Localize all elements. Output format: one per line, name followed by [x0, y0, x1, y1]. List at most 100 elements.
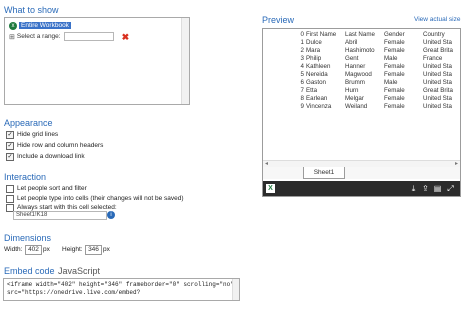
cell-gender: Male	[384, 55, 398, 62]
cell-first-name: Earlean	[306, 95, 328, 102]
cell-first-name: Etta	[306, 87, 318, 94]
start-cell-input[interactable]: Sheet1!K18	[13, 211, 107, 220]
fullscreen-icon[interactable]: ⤢	[446, 184, 455, 193]
appearance-heading: Appearance	[4, 118, 53, 128]
download-icon[interactable]: ⤓	[409, 184, 418, 193]
list-scrollbar[interactable]	[181, 18, 189, 104]
interaction-heading: Interaction	[4, 172, 47, 182]
share-icon[interactable]: ⇪	[421, 184, 430, 193]
dimensions-heading: Dimensions	[4, 233, 52, 243]
cell-last-name: Gent	[345, 55, 359, 62]
height-label: Height:	[62, 246, 83, 253]
type-cells-option[interactable]: Let people type into cells (their change…	[6, 194, 184, 203]
row-number: 5	[300, 71, 304, 78]
cell-last-name: Melgar	[345, 95, 364, 102]
cell-last-name: Magwood	[345, 71, 372, 78]
excel-logo-icon: X	[266, 184, 275, 193]
type-cells-label: Let people type into cells (their change…	[17, 194, 184, 202]
sort-filter-label: Let people sort and filter	[17, 184, 87, 192]
clear-range-icon[interactable]: ✖	[122, 32, 130, 41]
info-icon[interactable]: i	[107, 211, 115, 219]
cell-first-name: Vincenza	[306, 103, 332, 110]
height-input[interactable]: 346	[85, 245, 102, 255]
embed-code-text: <iframe width="402" height="346" framebo…	[7, 281, 234, 296]
cell-gender: Female	[384, 95, 405, 102]
entire-workbook-label: Entire Workbook	[19, 22, 71, 29]
download-link-label: Include a download link	[17, 152, 85, 160]
cell-gender: Female	[384, 71, 405, 78]
sort-filter-checkbox[interactable]	[6, 184, 14, 193]
print-icon[interactable]: ▤	[433, 184, 442, 193]
range-icon: ⊞	[9, 33, 15, 41]
view-actual-size-link[interactable]: View actual size	[414, 16, 461, 23]
cell-country: Great Brita	[423, 47, 453, 54]
select-range-option[interactable]: ⊞ Select a range: ✖	[9, 32, 129, 41]
what-to-show-heading: What to show	[4, 5, 59, 15]
cell-last-name: Hanner	[345, 63, 366, 70]
column-header-first-name: First Name	[306, 31, 337, 38]
cell-country: United Sta	[423, 79, 452, 86]
column-header-gender: Gender	[384, 31, 405, 38]
preview-grid: 0 First Name Last Name Gender Country 1D…	[263, 29, 460, 160]
select-range-label: Select a range:	[16, 33, 61, 40]
entire-workbook-option[interactable]: x Entire Workbook	[9, 21, 71, 30]
cell-last-name: Hurn	[345, 87, 359, 94]
cell-gender: Female	[384, 47, 405, 54]
download-link-option[interactable]: ✓ Include a download link	[6, 152, 85, 161]
cell-first-name: Kathleen	[306, 63, 331, 70]
embed-code-textarea[interactable]: <iframe width="402" height="346" framebo…	[3, 278, 240, 301]
cell-first-name: Gaston	[306, 79, 326, 86]
cell-country: Great Brita	[423, 87, 453, 94]
cell-first-name: Philip	[306, 55, 322, 62]
row-number: 4	[300, 63, 304, 70]
what-to-show-list[interactable]: x Entire Workbook ⊞ Select a range: ✖	[4, 17, 190, 105]
height-unit: px	[103, 246, 110, 253]
hide-headers-label: Hide row and column headers	[17, 141, 104, 149]
excel-icon: x	[9, 21, 17, 30]
row-number: 9	[300, 103, 304, 110]
row-number: 7	[300, 87, 304, 94]
preview-horizontal-scrollbar[interactable]: ◂ ▸	[263, 160, 460, 167]
cell-last-name: Weiland	[345, 103, 368, 110]
column-header-country: Country	[423, 31, 445, 38]
hide-grid-lines-option[interactable]: ✓ Hide grid lines	[6, 130, 58, 139]
download-link-checkbox[interactable]: ✓	[6, 152, 14, 161]
embed-code-heading: Embed code	[4, 266, 55, 276]
column-header-last-name: Last Name	[345, 31, 375, 38]
hide-grid-lines-checkbox[interactable]: ✓	[6, 130, 14, 139]
hide-headers-option[interactable]: ✓ Hide row and column headers	[6, 141, 103, 150]
cell-last-name: Hashimoto	[345, 47, 375, 54]
row-number: 8	[300, 95, 304, 102]
cell-last-name: Abril	[345, 39, 358, 46]
sort-filter-option[interactable]: Let people sort and filter	[6, 184, 87, 193]
row-number: 1	[300, 39, 304, 46]
cell-first-name: Mara	[306, 47, 321, 54]
cell-gender: Female	[384, 63, 405, 70]
width-unit: px	[43, 246, 50, 253]
preview-frame[interactable]: 0 First Name Last Name Gender Country 1D…	[262, 28, 461, 197]
cell-country: United Sta	[423, 103, 452, 110]
cell-first-name: Nereida	[306, 71, 328, 78]
type-cells-checkbox[interactable]	[6, 194, 14, 203]
preview-heading: Preview	[262, 15, 295, 25]
cell-country: United Sta	[423, 63, 452, 70]
hide-grid-lines-label: Hide grid lines	[17, 130, 59, 138]
range-input[interactable]	[63, 32, 114, 41]
sheet-tab-bar: Sheet1	[263, 167, 460, 179]
cell-first-name: Dulce	[306, 39, 322, 46]
cell-gender: Female	[384, 39, 405, 46]
preview-toolbar: X ⤓ ⇪ ▤ ⤢	[263, 181, 460, 196]
width-input[interactable]: 402	[25, 245, 42, 255]
width-label: Width:	[4, 246, 23, 253]
sheet-tab[interactable]: Sheet1	[303, 167, 345, 179]
embed-scrollbar[interactable]	[232, 279, 239, 300]
cell-country: United Sta	[423, 39, 452, 46]
header-row-number: 0	[300, 31, 304, 38]
cell-last-name: Brumm	[345, 79, 365, 86]
row-number: 3	[300, 55, 304, 62]
embed-format-link[interactable]: JavaScript	[58, 266, 100, 276]
row-number: 6	[300, 79, 304, 86]
cell-country: United Sta	[423, 95, 452, 102]
cell-country: United Sta	[423, 71, 452, 78]
hide-headers-checkbox[interactable]: ✓	[6, 141, 14, 150]
